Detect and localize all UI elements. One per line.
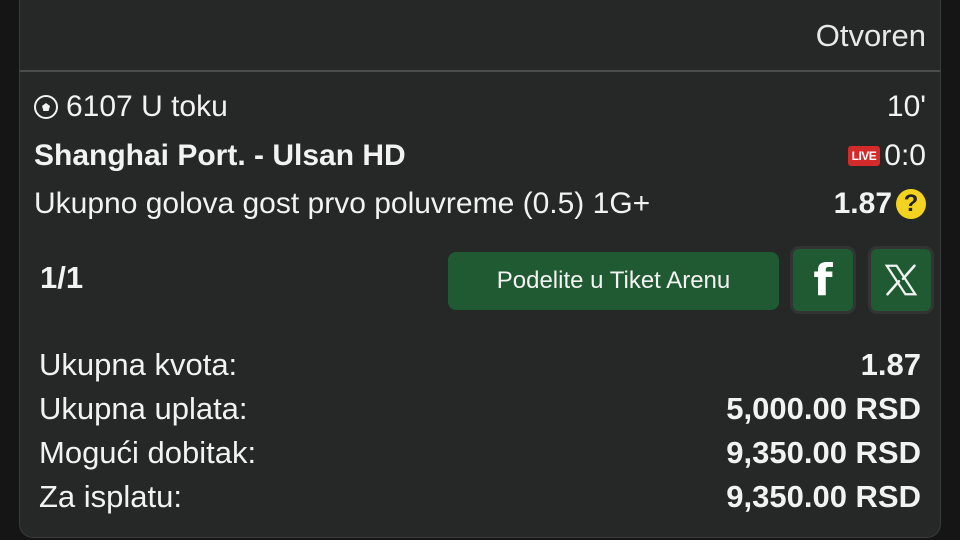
summary-value: 1.87	[860, 347, 921, 382]
event-meta-row: 6107 U toku 10'	[34, 88, 926, 126]
summary-label: Mogući dobitak:	[39, 435, 257, 470]
bet-row: Ukupno golova gost prvo poluvreme (0.5) …	[34, 184, 926, 224]
summary-total-odd: Ukupna kvota: 1.87	[39, 345, 921, 385]
summary-value: 5,000.00 RSD	[726, 391, 921, 426]
live-badge: LIVE	[847, 146, 881, 166]
facebook-share-button[interactable]: f	[790, 246, 856, 314]
summary-value: 9,350.00 RSD	[726, 435, 921, 470]
event-teams-row[interactable]: Shanghai Port. - Ulsan HD LIVE 0:0	[34, 136, 926, 176]
match-teams: Shanghai Port. - Ulsan HD	[34, 139, 406, 172]
match-minute: 10'	[886, 90, 926, 123]
ticket-card: Otvoren 6107 U toku 10' Shanghai Port. -…	[19, 0, 941, 538]
summary-total-stake: Ukupna uplata: 5,000.00 RSD	[39, 389, 921, 429]
ticket-status: Otvoren	[815, 18, 926, 53]
share-tiket-arena-button[interactable]: Podelite u Tiket Arenu	[448, 252, 779, 310]
match-score: 0:0	[884, 139, 926, 172]
bet-odd: 1.87	[833, 187, 892, 220]
header-divider	[20, 70, 940, 72]
soccer-ball-icon	[34, 95, 58, 119]
help-icon[interactable]: ?	[896, 189, 926, 219]
summary-label: Ukupna kvota:	[39, 347, 238, 382]
bet-market: Ukupno golova gost prvo poluvreme (0.5) …	[34, 187, 651, 220]
ticket-counter: 1/1	[40, 260, 84, 295]
x-icon	[884, 264, 918, 296]
facebook-icon: f	[813, 254, 833, 306]
event-code-status: 6107 U toku	[66, 90, 228, 123]
summary-label: Za isplatu:	[39, 479, 183, 514]
summary-value: 9,350.00 RSD	[726, 479, 921, 514]
summary-payout: Za isplatu: 9,350.00 RSD	[39, 477, 921, 517]
x-share-button[interactable]	[868, 246, 934, 314]
summary-label: Ukupna uplata:	[39, 391, 248, 426]
summary-possible-win: Mogući dobitak: 9,350.00 RSD	[39, 433, 921, 473]
